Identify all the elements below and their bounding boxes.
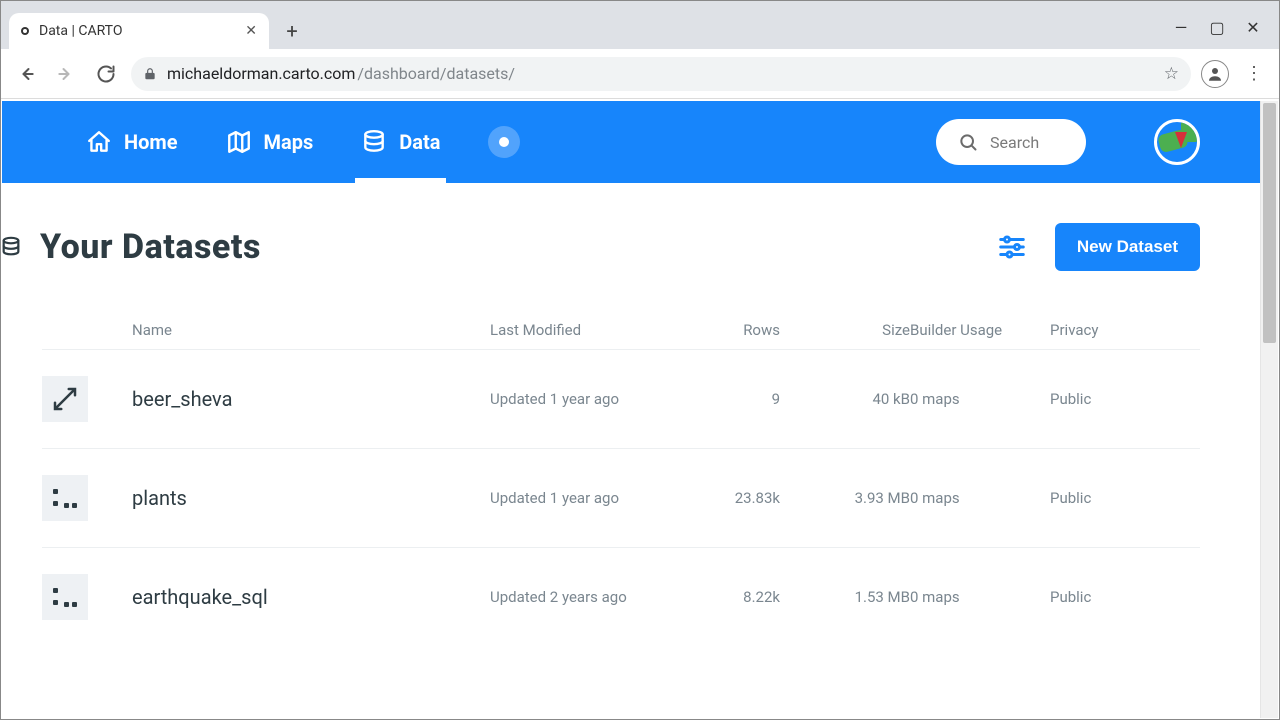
nav-home-label: Home [124,130,178,154]
dataset-rows: 9 [670,390,780,408]
new-dataset-button[interactable]: New Dataset [1055,223,1200,271]
dataset-name: earthquake_sql [132,585,490,609]
col-modified: Last Modified [490,321,670,339]
app-header: Home Maps Data [2,101,1260,183]
map-icon [226,129,252,155]
notification-indicator[interactable] [488,126,520,158]
search-icon [958,132,978,152]
table-row[interactable]: beer_sheva Updated 1 year ago 9 40 kB 0 … [42,350,1200,449]
dataset-usage: 0 maps [910,489,1050,507]
nav-home[interactable]: Home [86,101,178,183]
maximize-icon[interactable]: ▢ [1209,18,1225,37]
search-placeholder: Search [990,133,1039,152]
browser-tab[interactable]: Data | CARTO ✕ [9,13,269,49]
dataset-name: beer_sheva [132,387,490,411]
filter-settings-button[interactable] [997,232,1027,262]
dataset-modified: Updated 1 year ago [490,489,670,507]
table-row[interactable]: earthquake_sql Updated 2 years ago 8.22k… [42,548,1200,646]
scrollbar-thumb[interactable] [1263,103,1276,343]
dataset-privacy: Public [1050,489,1200,507]
col-rows: Rows [670,321,780,339]
lock-icon [143,67,157,81]
tab-title: Data | CARTO [39,23,235,39]
user-avatar[interactable] [1154,119,1200,165]
home-icon [86,129,112,155]
address-bar[interactable]: michaeldorman.carto.com/dashboard/datase… [131,57,1191,91]
url-host: michaeldorman.carto.com [167,64,355,83]
col-size: Size [780,321,910,339]
browser-menu-button[interactable]: ⋮ [1239,59,1269,89]
reload-button[interactable] [91,59,121,89]
database-icon [2,230,22,264]
nav-data-label: Data [399,130,440,154]
dataset-usage: 0 maps [910,390,1050,408]
dataset-modified: Updated 1 year ago [490,390,670,408]
nav-maps[interactable]: Maps [226,101,314,183]
new-tab-button[interactable]: + [277,16,307,46]
forward-button[interactable] [51,59,81,89]
back-button[interactable] [11,59,41,89]
vertical-scrollbar[interactable] [1260,101,1278,718]
dataset-size: 1.53 MB [780,588,910,606]
col-privacy: Privacy [1050,321,1200,339]
dataset-rows: 23.83k [670,489,780,507]
dataset-rows: 8.22k [670,588,780,606]
table-row[interactable]: plants Updated 1 year ago 23.83k 3.93 MB… [42,449,1200,548]
browser-profile-button[interactable] [1201,60,1229,88]
dataset-usage: 0 maps [910,588,1050,606]
minimize-icon[interactable]: — [1173,18,1189,37]
dataset-thumb-icon [42,475,88,521]
database-icon [361,129,387,155]
col-name: Name [132,321,490,339]
col-usage: Builder Usage [910,321,1050,339]
dataset-name: plants [132,486,490,510]
tab-favicon [21,27,29,35]
dataset-thumb-icon [42,376,88,422]
dataset-modified: Updated 2 years ago [490,588,670,606]
notification-dot-icon [499,137,509,147]
window-close-icon[interactable]: ✕ [1245,18,1261,37]
bookmark-star-icon[interactable]: ☆ [1164,64,1179,84]
page-title: Your Datasets [40,227,979,267]
dataset-size: 3.93 MB [780,489,910,507]
table-header: Name Last Modified Rows Size Builder Usa… [42,311,1200,350]
dataset-privacy: Public [1050,588,1200,606]
close-tab-icon[interactable]: ✕ [245,23,257,39]
nav-maps-label: Maps [264,130,314,154]
nav-data[interactable]: Data [361,101,440,183]
dataset-size: 40 kB [780,390,910,408]
dataset-thumb-icon [42,574,88,620]
search-input[interactable]: Search [936,119,1086,165]
url-path: /dashboard/datasets/ [357,64,515,83]
dataset-privacy: Public [1050,390,1200,408]
